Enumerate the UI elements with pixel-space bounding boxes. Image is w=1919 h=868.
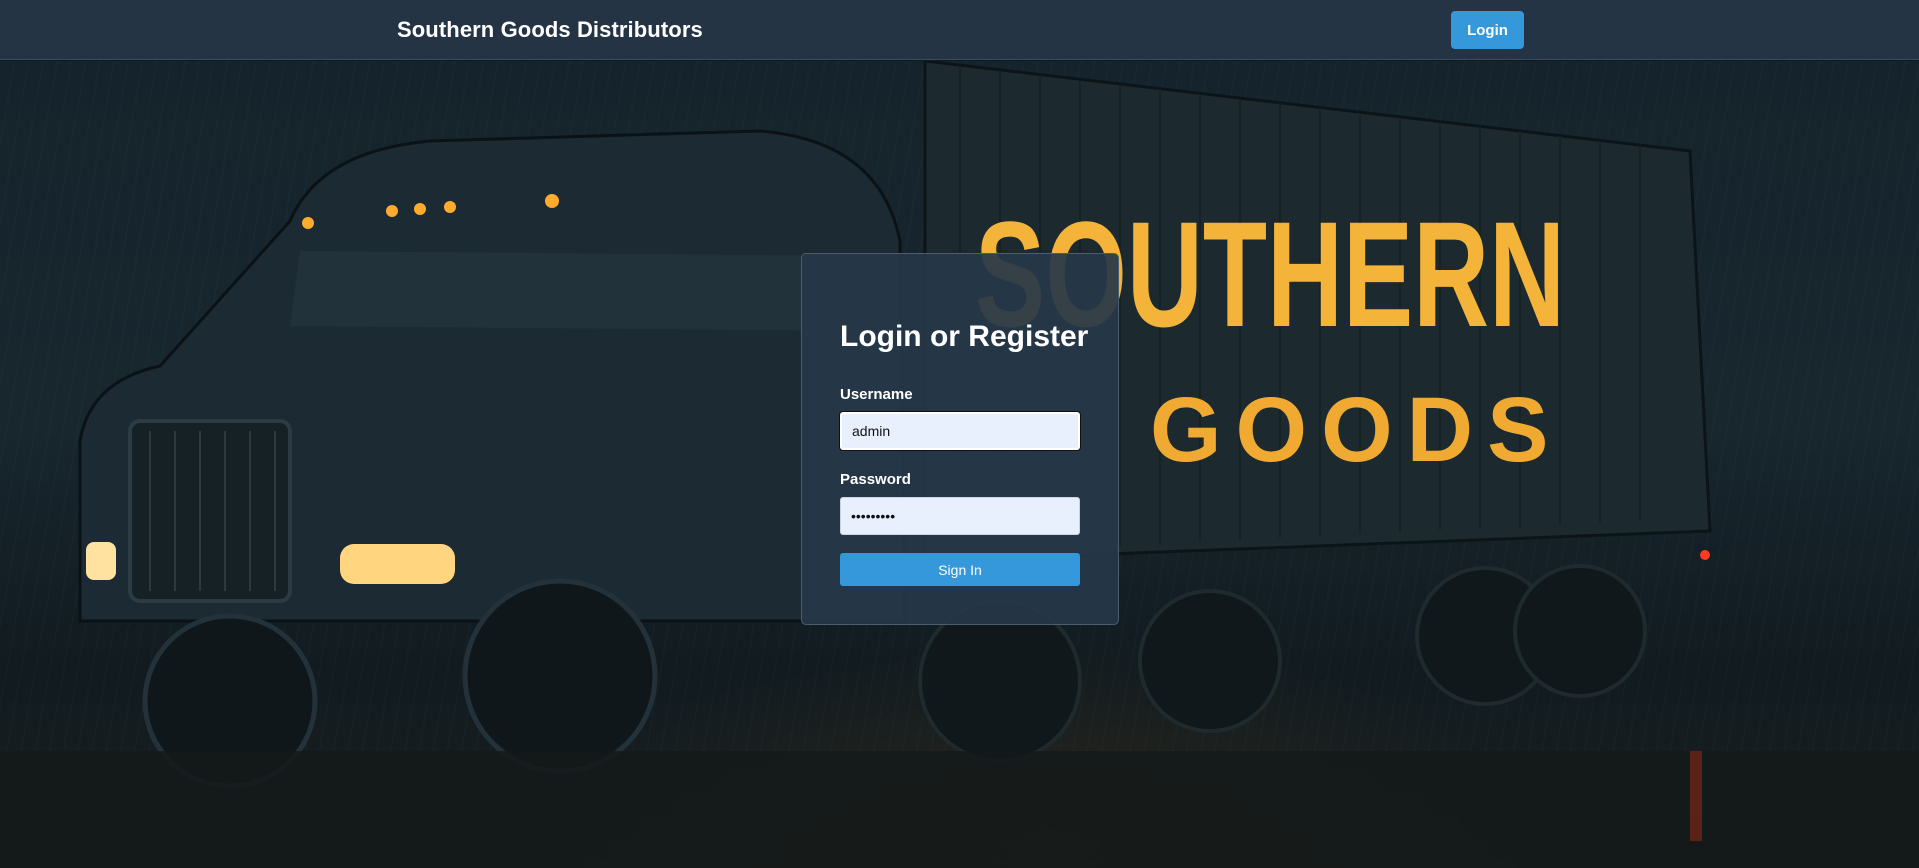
login-title: Login or Register xyxy=(840,320,1089,353)
truck-headlight-left xyxy=(86,542,116,580)
truck-headlight-right xyxy=(340,544,455,584)
taillight-reflection xyxy=(1690,751,1702,841)
login-card: Login or Register Username Password Sign… xyxy=(801,253,1119,625)
password-input[interactable] xyxy=(840,497,1080,535)
password-label: Password xyxy=(840,471,911,488)
trailer-logo-goods: GOODS xyxy=(1150,379,1562,481)
nav-login-button[interactable]: Login xyxy=(1451,11,1524,49)
sign-in-button[interactable]: Sign In xyxy=(840,553,1080,586)
brand-title[interactable]: Southern Goods Distributors xyxy=(397,17,703,43)
trailer-taillight xyxy=(1700,550,1710,560)
username-label: Username xyxy=(840,386,913,403)
wet-road xyxy=(0,751,1919,868)
truck-grille xyxy=(128,419,292,603)
cab-windshield xyxy=(290,251,880,331)
username-input[interactable] xyxy=(840,412,1080,450)
top-navbar: Southern Goods Distributors Login xyxy=(0,0,1919,60)
